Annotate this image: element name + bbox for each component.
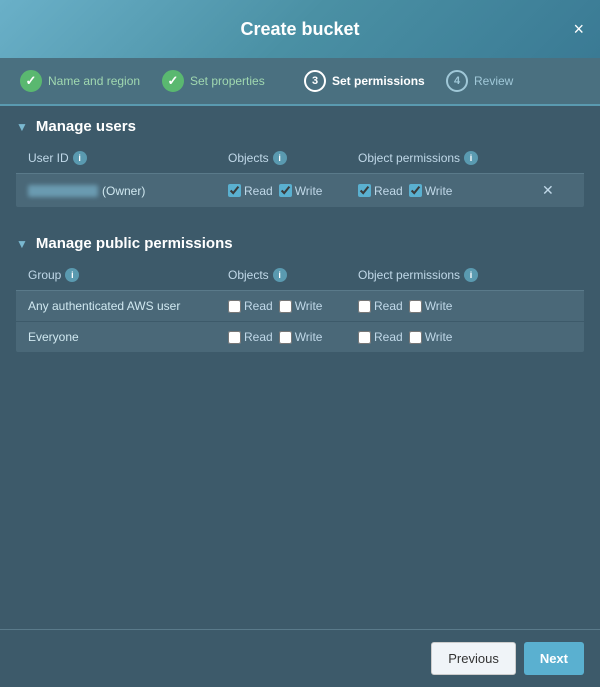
owner-objperm-read-label[interactable]: Read (358, 184, 403, 198)
aws-user-objperm-write-label[interactable]: Write (409, 299, 453, 313)
aws-user-objperm-write-checkbox[interactable] (409, 300, 422, 313)
manage-users-arrow: ▼ (16, 120, 28, 134)
everyone-objperm-write-label[interactable]: Write (409, 330, 453, 344)
manage-users-table: User ID i Objects i Object permissions i (16, 143, 584, 207)
create-bucket-modal: Create bucket × ✓ Name and region ✓ Set … (0, 0, 600, 687)
step-3: 3 Set permissions (304, 70, 438, 92)
owner-objperm-read-checkbox[interactable] (358, 184, 371, 197)
owner-delete-icon[interactable]: ✕ (542, 182, 554, 198)
aws-user-objects-checkboxes: Read Write (228, 299, 358, 313)
objperm-info-icon[interactable]: i (464, 151, 478, 165)
user-id-cell: (Owner) (28, 184, 228, 198)
owner-objperm-write-label[interactable]: Write (409, 184, 453, 198)
owner-objects-read-label[interactable]: Read (228, 184, 273, 198)
manage-public-title: Manage public permissions (36, 235, 233, 252)
aws-user-objects-cell: Read Write (228, 299, 358, 313)
pub-objperm-info-icon[interactable]: i (464, 268, 478, 282)
everyone-objperm-read-checkbox[interactable] (358, 331, 371, 344)
everyone-objects-read-checkbox[interactable] (228, 331, 241, 344)
manage-users-section: ▼ Manage users User ID i Objects i (0, 106, 600, 207)
manage-public-table: Group i Objects i Object permissions i (16, 260, 584, 352)
owner-objects-write-label[interactable]: Write (279, 184, 323, 198)
step-3-circle: 3 (304, 70, 326, 92)
manage-public-section: ▼ Manage public permissions Group i Obje… (0, 223, 600, 352)
step-1-circle: ✓ (20, 70, 42, 92)
steps-bar: ✓ Name and region ✓ Set properties 3 Set… (0, 58, 600, 106)
owner-objperm-checkboxes: Read Write (358, 184, 542, 198)
aws-user-objects-read-label[interactable]: Read (228, 299, 273, 313)
manage-users-table-header: User ID i Objects i Object permissions i (16, 143, 584, 174)
pub-objperm-col-header: Object permissions i (358, 268, 572, 282)
aws-user-objects-write-label[interactable]: Write (279, 299, 323, 313)
everyone-objects-read-label[interactable]: Read (228, 330, 273, 344)
previous-button[interactable]: Previous (431, 642, 516, 675)
step-2-label: Set properties (190, 74, 265, 88)
modal-content: ▼ Manage users User ID i Objects i (0, 106, 600, 629)
owner-actions-cell: ✕ (542, 182, 572, 199)
next-button[interactable]: Next (524, 642, 584, 675)
step-4: 4 Review (446, 70, 580, 92)
everyone-group-cell: Everyone (28, 330, 228, 344)
everyone-objects-write-checkbox[interactable] (279, 331, 292, 344)
objects-col-header: Objects i (228, 151, 358, 165)
aws-user-group-cell: Any authenticated AWS user (28, 299, 228, 313)
objects-info-icon[interactable]: i (273, 151, 287, 165)
userid-info-icon[interactable]: i (73, 151, 87, 165)
aws-user-objects-read-checkbox[interactable] (228, 300, 241, 313)
everyone-objperm-checkboxes: Read Write (358, 330, 572, 344)
step-2-circle: ✓ (162, 70, 184, 92)
modal-footer: Previous Next (0, 629, 600, 687)
step-4-label: Review (474, 74, 513, 88)
everyone-objperm-cell: Read Write (358, 330, 572, 344)
step-1: ✓ Name and region (20, 70, 154, 92)
everyone-objects-cell: Read Write (228, 330, 358, 344)
everyone-group-label: Everyone (28, 330, 79, 344)
modal-title: Create bucket (240, 19, 359, 40)
aws-user-objperm-checkboxes: Read Write (358, 299, 572, 313)
group-col-header: Group i (28, 268, 228, 282)
manage-users-header[interactable]: ▼ Manage users (0, 106, 600, 143)
everyone-objects-write-label[interactable]: Write (279, 330, 323, 344)
table-row: Everyone Read Write (16, 322, 584, 352)
user-id-blurred (28, 185, 98, 197)
main-content: ▼ Manage users User ID i Objects i (0, 106, 600, 376)
aws-user-objperm-cell: Read Write (358, 299, 572, 313)
step-4-circle: 4 (446, 70, 468, 92)
step-1-label: Name and region (48, 74, 140, 88)
aws-user-objects-write-checkbox[interactable] (279, 300, 292, 313)
userid-col-header: User ID i (28, 151, 228, 165)
table-row: (Owner) Read Write (16, 174, 584, 207)
owner-objects-write-checkbox[interactable] (279, 184, 292, 197)
close-button[interactable]: × (573, 20, 584, 38)
pub-objects-col-header: Objects i (228, 268, 358, 282)
aws-user-group-label: Any authenticated AWS user (28, 299, 180, 313)
step-3-label: Set permissions (332, 74, 425, 88)
manage-users-title: Manage users (36, 118, 136, 135)
manage-public-table-header: Group i Objects i Object permissions i (16, 260, 584, 291)
owner-objects-cell: Read Write (228, 184, 358, 198)
step-2: ✓ Set properties (162, 70, 296, 92)
owner-objects-checkboxes: Read Write (228, 184, 358, 198)
manage-public-arrow: ▼ (16, 237, 28, 251)
table-row: Any authenticated AWS user Read Wr (16, 291, 584, 322)
objperm-col-header: Object permissions i (358, 151, 542, 165)
everyone-objects-checkboxes: Read Write (228, 330, 358, 344)
pub-objects-info-icon[interactable]: i (273, 268, 287, 282)
everyone-objperm-read-label[interactable]: Read (358, 330, 403, 344)
user-id-owner-label: (Owner) (102, 184, 145, 198)
aws-user-objperm-read-checkbox[interactable] (358, 300, 371, 313)
modal-header: Create bucket × (0, 0, 600, 58)
aws-user-objperm-read-label[interactable]: Read (358, 299, 403, 313)
everyone-objperm-write-checkbox[interactable] (409, 331, 422, 344)
owner-objects-read-checkbox[interactable] (228, 184, 241, 197)
manage-public-header[interactable]: ▼ Manage public permissions (0, 223, 600, 260)
owner-objperm-cell: Read Write (358, 184, 542, 198)
owner-objperm-write-checkbox[interactable] (409, 184, 422, 197)
group-info-icon[interactable]: i (65, 268, 79, 282)
